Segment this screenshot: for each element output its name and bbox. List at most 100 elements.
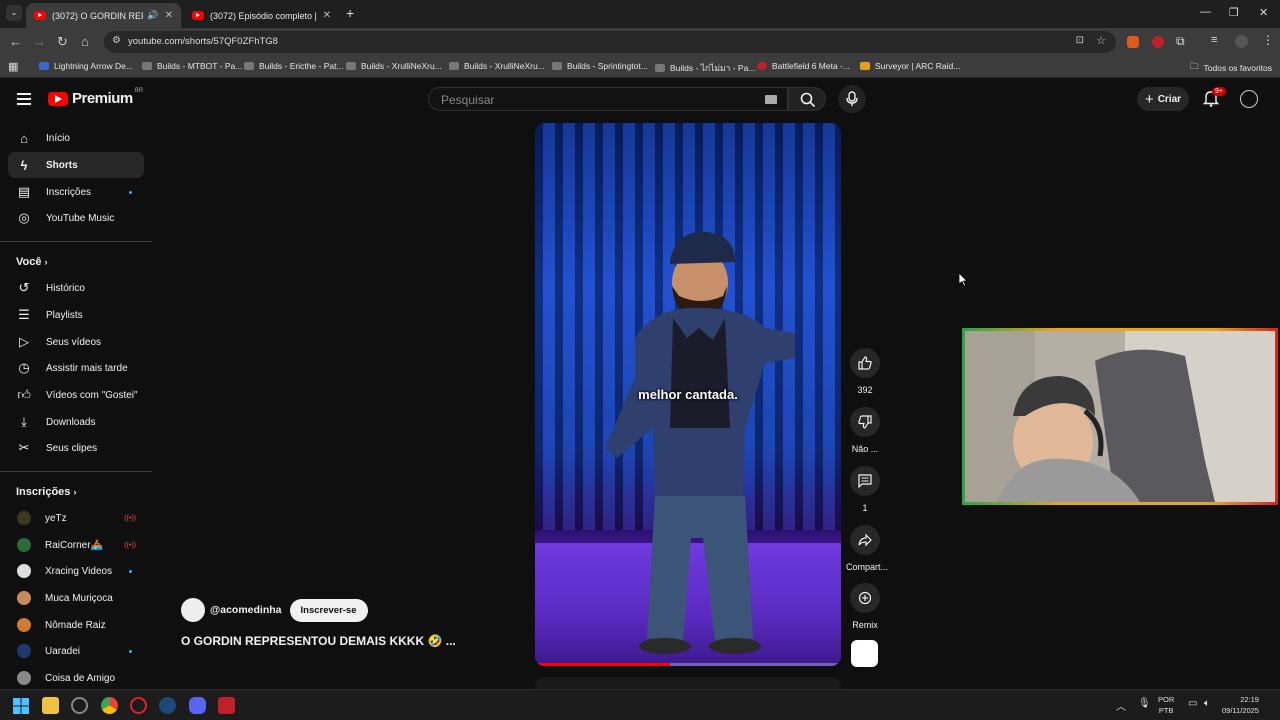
- sidebar-item-inicio[interactable]: ⌂ Início: [8, 125, 144, 151]
- windows-start-icon[interactable]: [13, 698, 29, 714]
- close-window-icon[interactable]: ✕: [1259, 6, 1268, 19]
- sidebar-item-seus-clipes[interactable]: ✂ Seus clipes: [8, 435, 144, 461]
- sidebar-channel-xracing[interactable]: Xracing Videos: [8, 558, 144, 584]
- bookmark-item[interactable]: Builds - MTBOT - Pa...: [142, 61, 242, 71]
- steam-icon[interactable]: [159, 697, 176, 714]
- bookmark-item[interactable]: Builds - XrulliNeXru...: [346, 61, 442, 71]
- bookmark-item[interactable]: Builds - ไก่ไม่มา - Pa...: [655, 61, 755, 75]
- keyboard-icon[interactable]: [765, 95, 777, 104]
- bookmark-item[interactable]: Lightning Arrow De...: [39, 61, 133, 71]
- opera-icon[interactable]: [130, 697, 147, 714]
- input-language[interactable]: POR PTB: [1158, 694, 1174, 716]
- apps-icon[interactable]: ▦: [8, 60, 18, 73]
- bookmark-star-icon[interactable]: ☆: [1096, 34, 1106, 47]
- sidebar-you-heading[interactable]: Você ›: [16, 256, 48, 268]
- chrome-icon[interactable]: [101, 697, 118, 714]
- forward-icon[interactable]: →: [33, 34, 46, 49]
- sidebar-item-downloads[interactable]: ⤓ Downloads: [8, 409, 144, 435]
- comment-icon: [858, 474, 872, 488]
- remix-label: Remix: [852, 620, 878, 630]
- media-control-icon[interactable]: ≡: [1211, 34, 1217, 46]
- sidebar-channel-coisa-de-amigo[interactable]: Coisa de Amigo: [8, 665, 144, 691]
- minimize-icon[interactable]: —: [1200, 6, 1211, 18]
- bookmark-label: Lightning Arrow De...: [54, 61, 133, 71]
- browser-tab-active[interactable]: (3072) O GORDIN REPRESENTOU DEMAIS KKKK …: [26, 3, 181, 28]
- volume-icon[interactable]: 🔈︎: [1204, 698, 1210, 709]
- discord-icon[interactable]: [189, 697, 206, 714]
- tab-search-button[interactable]: ⌄: [6, 5, 22, 21]
- sidebar-channel-muca[interactable]: Muca Muriçoca: [8, 585, 144, 611]
- close-tab-icon[interactable]: ✕: [165, 10, 173, 21]
- subscribe-button[interactable]: Inscrever-se: [289, 598, 368, 622]
- profile-icon[interactable]: [1235, 35, 1248, 48]
- channel-name[interactable]: @acomedinha: [210, 604, 282, 616]
- channel-sound-thumbnail[interactable]: [851, 640, 878, 667]
- speaker-icon[interactable]: 🔊: [147, 10, 158, 21]
- sidebar: ⌂ Início ϟ Shorts ▤ Inscrições ◎ YouTube…: [0, 119, 156, 689]
- site-info-icon[interactable]: ⚙: [112, 35, 121, 46]
- comments-button[interactable]: [850, 466, 880, 496]
- back-icon[interactable]: ←: [9, 34, 22, 49]
- account-avatar[interactable]: [1240, 90, 1258, 108]
- sidebar-item-videos-gostei[interactable]: 👍︎ Vídeos com "Gostei": [8, 382, 144, 408]
- dislike-button[interactable]: [850, 407, 880, 437]
- short-title[interactable]: O GORDIN REPRESENTOU DEMAIS KKKK 🤣 ...: [181, 634, 456, 648]
- remix-button[interactable]: [850, 583, 880, 613]
- channel-avatar[interactable]: [181, 598, 205, 622]
- browser-tab[interactable]: (3072) Episódio completo | Aeroporto ✕: [184, 3, 339, 28]
- all-bookmarks-folder[interactable]: 🗀 Todos os favoritos: [1190, 61, 1272, 75]
- bookmark-item[interactable]: Builds - XrulliNeXru...: [449, 61, 545, 71]
- share-button[interactable]: [850, 525, 880, 555]
- sidebar-channel-raicorner[interactable]: RaiCorner🚣 ((•)): [8, 532, 144, 558]
- file-explorer-icon[interactable]: [42, 697, 59, 714]
- sidebar-channel-yetz[interactable]: yeTz ((•)): [8, 505, 144, 531]
- bookmark-item[interactable]: Surveyor | ARC Raid...: [860, 61, 960, 71]
- short-channel-row: @acomedinha Inscrever-se: [181, 598, 368, 622]
- bookmark-item[interactable]: Builds - Ericthe - Pat...: [244, 61, 344, 71]
- voice-search-button[interactable]: [838, 85, 866, 113]
- sidebar-channel-nomade[interactable]: Nômade Raiz: [8, 612, 144, 638]
- microphone-tray-icon[interactable]: 🎙︎: [1138, 698, 1151, 709]
- sidebar-item-seus-videos[interactable]: ▷ Seus vídeos: [8, 329, 144, 355]
- sidebar-item-shorts[interactable]: ϟ Shorts: [8, 152, 144, 178]
- hamburger-menu-icon[interactable]: [17, 93, 31, 105]
- sidebar-item-playlists[interactable]: ☰ Playlists: [8, 302, 144, 328]
- reload-icon[interactable]: ↻: [57, 34, 68, 50]
- bookmark-item[interactable]: Builds - Sprintingtot...: [552, 61, 648, 71]
- youtube-premium-logo[interactable]: Premium BR: [48, 88, 143, 107]
- youtube-logo-icon: [48, 91, 68, 106]
- create-button[interactable]: + Criar: [1137, 87, 1189, 111]
- search-input[interactable]: [429, 88, 749, 112]
- new-tab-button[interactable]: +: [346, 5, 354, 21]
- sidebar-channel-uaradei[interactable]: Uaradei: [8, 638, 144, 664]
- sidebar-item-inscricoes[interactable]: ▤ Inscrições: [8, 179, 144, 205]
- address-bar[interactable]: ⚙ youtube.com/shorts/57QF0ZFhTG8 ⊡ ☆: [104, 31, 1116, 53]
- like-button[interactable]: [850, 348, 880, 378]
- close-tab-icon[interactable]: ✕: [323, 10, 331, 21]
- shorts-icon: ϟ: [20, 157, 28, 173]
- menu-kebab-icon[interactable]: ⋮: [1262, 33, 1274, 47]
- restore-icon[interactable]: ❐: [1229, 6, 1239, 19]
- video-progress-bar[interactable]: [535, 663, 841, 666]
- puzzle-icon[interactable]: ⧉: [1176, 34, 1185, 49]
- app-icon[interactable]: [218, 697, 235, 714]
- install-app-icon[interactable]: ⊡: [1076, 35, 1084, 46]
- search-button[interactable]: [788, 87, 826, 111]
- home-browser-icon[interactable]: ⌂: [81, 34, 89, 49]
- network-icon[interactable]: ▭: [1188, 698, 1197, 709]
- sidebar-item-historico[interactable]: ↺ Histórico: [8, 275, 144, 301]
- sidebar-item-youtube-music[interactable]: ◎ YouTube Music: [8, 205, 144, 231]
- live-icon: ((•)): [124, 514, 136, 522]
- extension-icon[interactable]: [1152, 36, 1164, 48]
- all-bookmarks-label: Todos os favoritos: [1203, 63, 1273, 73]
- app-icon[interactable]: [71, 697, 88, 714]
- clock[interactable]: 22:19 09/11/2025: [1222, 694, 1259, 716]
- tray-chevron-icon[interactable]: ︿: [1116, 698, 1126, 713]
- bookmark-label: Builds - XrulliNeXru...: [361, 61, 442, 71]
- sidebar-subscriptions-heading[interactable]: Inscrições ›: [16, 486, 76, 498]
- shorts-video-player[interactable]: melhor cantada.: [535, 123, 841, 666]
- bookmark-item[interactable]: Battlefield 6 Meta -...: [757, 61, 850, 71]
- sidebar-item-assistir-mais-tarde[interactable]: ◷ Assistir mais tarde: [8, 355, 144, 381]
- extension-icon[interactable]: [1127, 36, 1139, 48]
- channel-label: Xracing Videos: [45, 565, 113, 577]
